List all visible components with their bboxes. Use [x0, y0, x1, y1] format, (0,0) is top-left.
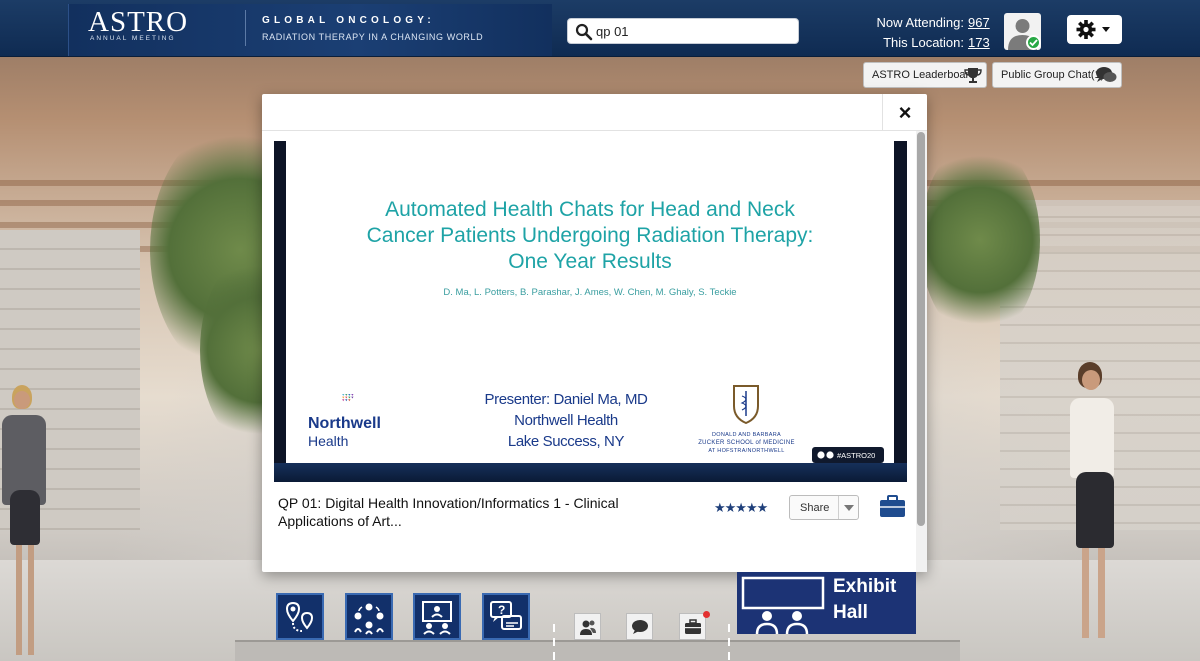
slide-authors: D. Ma, L. Potters, B. Parashar, J. Ames,… — [443, 287, 737, 298]
briefcase-icon[interactable] — [879, 494, 906, 518]
public-group-chat-button[interactable]: Public Group Chat(1) — [992, 62, 1122, 88]
close-button[interactable]: × — [882, 94, 927, 131]
zucker-school-text: DONALD AND BARBARA ZUCKER SCHOOL of MEDI… — [694, 431, 799, 455]
exhibit-label-line1: Exhibit — [833, 576, 897, 597]
notification-dot — [703, 611, 710, 618]
session-title: QP 01: Digital Health Innovation/Informa… — [278, 494, 698, 530]
exhibit-hall-label: Exhibit Hall — [833, 574, 896, 626]
slide-title-line1: Automated Health Chats for Head and Neck — [385, 198, 795, 221]
this-location-label: This Location: — [883, 35, 964, 50]
now-attending-label: Now Attending: — [876, 15, 964, 30]
zsm-line1: DONALD AND BARBARA — [712, 432, 781, 438]
presentation-slide: Automated Health Chats for Head and Neck… — [286, 141, 894, 463]
video-player[interactable]: Automated Health Chats for Head and Neck… — [274, 141, 907, 482]
lane-marker — [728, 652, 730, 660]
lane-marker — [728, 624, 730, 632]
briefcase-button[interactable] — [679, 613, 706, 640]
session-title-line1: QP 01: Digital Health Innovation/Informa… — [278, 495, 619, 511]
chat-bubbles-icon — [1096, 67, 1117, 82]
settings-menu-button[interactable] — [1067, 15, 1122, 44]
top-header: ASTRO ANNUAL MEETING GLOBAL ONCOLOGY: RA… — [0, 0, 1200, 57]
zucker-school-crest-icon — [733, 385, 759, 424]
lane-marker — [728, 638, 730, 646]
presentation-screen-icon — [422, 600, 452, 635]
exhibit-hall-button[interactable]: Exhibit Hall — [737, 572, 916, 634]
question-chat-icon: ? — [490, 600, 522, 630]
northwell-name: Northwell — [308, 415, 381, 432]
leaderboard-button[interactable]: ASTRO Leaderboard — [863, 62, 987, 88]
map-pin-icon — [285, 601, 314, 632]
this-location-count[interactable]: 173 — [968, 33, 990, 53]
modal-scrollbar-thumb[interactable] — [917, 132, 925, 526]
hashtag-text: #ASTRO20 — [837, 450, 876, 460]
video-bottom-band — [274, 463, 907, 482]
now-attending-count[interactable]: 967 — [968, 13, 990, 33]
public-group-chat-label: Public Group Chat(1) — [1001, 69, 1105, 81]
svg-text:?: ? — [498, 603, 505, 617]
annual-meeting-label: ANNUAL MEETING — [90, 35, 176, 42]
people-network-icon — [354, 603, 384, 635]
this-location-row: This Location: 173 — [860, 33, 990, 53]
hashtag-badge: #ASTRO20 — [812, 447, 884, 463]
networking-button[interactable] — [345, 593, 393, 640]
chevron-down-icon — [1102, 27, 1110, 32]
zsm-line3: AT HOFSTRA/NORTHWELL — [708, 448, 785, 454]
session-video-modal: × Automated Health Chats for Head and Ne… — [262, 94, 927, 572]
gear-icon — [1076, 20, 1110, 39]
woman-right-figure — [1062, 360, 1142, 661]
lane-marker — [553, 638, 555, 646]
exhibit-label-line2: Hall — [833, 602, 868, 623]
chevron-down-icon[interactable] — [838, 496, 859, 519]
social-icons — [817, 451, 834, 459]
share-dropdown[interactable]: Share — [789, 495, 859, 520]
slide-presenter: Presenter: Daniel Ma, MD Northwell Healt… — [466, 389, 666, 452]
help-chat-button[interactable]: ? — [482, 593, 530, 640]
zsm-line2: ZUCKER SCHOOL of MEDICINE — [698, 440, 795, 446]
session-title-line2: Applications of Art... — [278, 513, 402, 529]
star-rating[interactable]: ★★★★★ — [714, 500, 768, 516]
trophy-icon — [964, 68, 982, 83]
online-status-icon — [1026, 35, 1041, 50]
contacts-icon — [579, 620, 596, 635]
presenter-location: Lake Success, NY — [507, 433, 625, 450]
meeting-theme-line1: GLOBAL ONCOLOGY: — [262, 15, 435, 26]
chat-icon — [631, 619, 648, 634]
lane-marker — [553, 624, 555, 632]
northwell-health: Health — [308, 433, 349, 449]
chat-button[interactable] — [626, 613, 653, 640]
search-box[interactable] — [567, 18, 799, 44]
meeting-theme-line2: RADIATION THERAPY IN A CHANGING WORLD — [262, 32, 484, 42]
map-locations-button[interactable] — [276, 593, 324, 640]
share-label: Share — [800, 502, 830, 514]
slide-title-line2: Cancer Patients Undergoing Radiation The… — [366, 224, 814, 247]
slide-title-line3: One Year Results — [508, 250, 672, 273]
contacts-button[interactable] — [574, 613, 601, 640]
briefcase-icon — [684, 618, 701, 634]
lane-marker — [553, 652, 555, 660]
sessions-button[interactable] — [413, 593, 461, 640]
walkway — [235, 640, 960, 661]
exhibit-booth-icon — [741, 576, 825, 634]
leaderboard-label: ASTRO Leaderboard — [872, 69, 976, 81]
search-input[interactable] — [596, 22, 792, 41]
presenter-name: Presenter: Daniel Ma, MD — [484, 391, 648, 408]
slide-title: Automated Health Chats for Head and Neck… — [316, 197, 864, 275]
search-icon[interactable] — [575, 23, 593, 41]
woman-left-figure — [0, 385, 55, 661]
northwell-logo-icon — [342, 394, 354, 402]
presenter-org: Northwell Health — [514, 412, 618, 429]
logo-divider — [245, 10, 246, 46]
modal-header — [262, 94, 927, 131]
attendance-stats: Now Attending: 967 This Location: 173 — [860, 13, 990, 53]
now-attending-row: Now Attending: 967 — [860, 13, 990, 33]
